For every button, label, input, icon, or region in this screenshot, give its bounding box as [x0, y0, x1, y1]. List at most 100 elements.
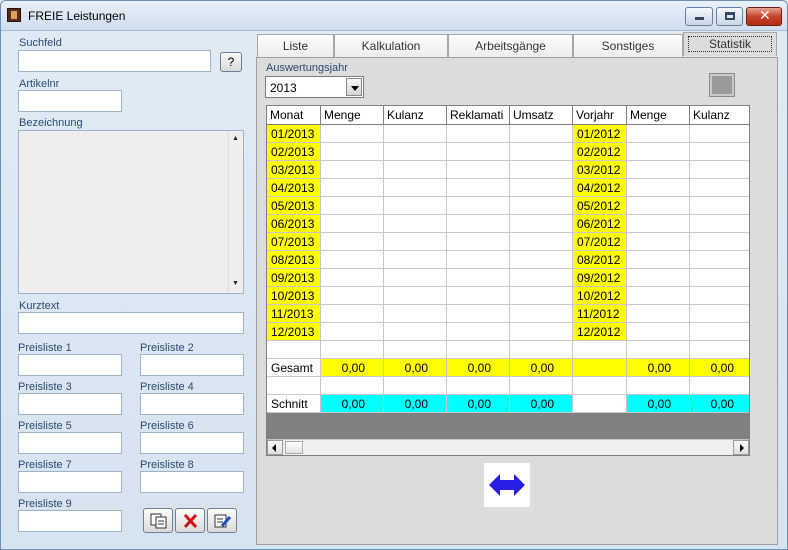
gesamt-value[interactable]: 0,00 — [627, 359, 690, 377]
grid-cell[interactable] — [321, 377, 384, 395]
grid-cell[interactable] — [690, 323, 749, 341]
schnitt-value[interactable]: 0,00 — [321, 395, 384, 413]
grid-cell[interactable] — [690, 269, 749, 287]
grid-header-6[interactable]: Menge — [627, 106, 690, 125]
grid-cell[interactable] — [321, 269, 384, 287]
grid-cell-vorjahr[interactable]: 12/2012 — [573, 323, 627, 341]
grid-cell[interactable] — [384, 215, 447, 233]
grid-cell[interactable] — [627, 215, 690, 233]
grid-cell[interactable] — [447, 233, 510, 251]
statistik-grid[interactable]: Monat Menge Kulanz Reklamati Umsatz Vorjahr Me… — [266, 105, 750, 456]
schnitt-value[interactable]: 0,00 — [510, 395, 573, 413]
scroll-down-icon[interactable]: ▼ — [232, 280, 239, 287]
grid-cell[interactable] — [384, 341, 447, 359]
grid-cell[interactable] — [627, 323, 690, 341]
grid-cell[interactable] — [510, 251, 573, 269]
grid-cell-vorjahr[interactable]: 04/2012 — [573, 179, 627, 197]
grid-cell[interactable] — [690, 179, 749, 197]
grid-cell[interactable] — [384, 377, 447, 395]
grid-cell[interactable] — [510, 305, 573, 323]
grid-cell[interactable] — [447, 161, 510, 179]
grid-cell[interactable] — [267, 341, 321, 359]
gesamt-value[interactable]: 0,00 — [690, 359, 749, 377]
grid-cell[interactable] — [627, 341, 690, 359]
preisliste-3-input[interactable] — [18, 393, 122, 415]
grid-cell[interactable] — [447, 125, 510, 143]
grid-cell[interactable] — [510, 125, 573, 143]
grid-cell[interactable] — [510, 197, 573, 215]
grid-cell[interactable] — [627, 179, 690, 197]
chevron-down-icon[interactable] — [346, 78, 362, 96]
grid-cell-vorjahr[interactable]: 11/2012 — [573, 305, 627, 323]
grid-cell[interactable] — [627, 197, 690, 215]
grid-cell[interactable] — [384, 197, 447, 215]
grid-cell[interactable] — [510, 269, 573, 287]
preisliste-4-input[interactable] — [140, 393, 244, 415]
gesamt-value[interactable] — [573, 359, 627, 377]
grid-cell[interactable] — [627, 251, 690, 269]
grid-cell-month[interactable]: 03/2013 — [267, 161, 321, 179]
grid-cell[interactable] — [447, 197, 510, 215]
grid-cell[interactable] — [447, 305, 510, 323]
grid-header-7[interactable]: Kulanz — [690, 106, 749, 125]
year-select[interactable]: 2013 — [265, 76, 364, 98]
grid-cell[interactable] — [573, 377, 627, 395]
grid-horizontal-scrollbar[interactable] — [267, 439, 749, 455]
grid-cell[interactable] — [321, 305, 384, 323]
grid-cell-month[interactable]: 04/2013 — [267, 179, 321, 197]
grid-cell-vorjahr[interactable]: 09/2012 — [573, 269, 627, 287]
schnitt-label[interactable]: Schnitt — [267, 395, 321, 413]
grid-cell[interactable] — [690, 233, 749, 251]
grid-cell[interactable] — [384, 269, 447, 287]
scroll-thumb[interactable] — [285, 441, 303, 454]
grid-cell[interactable] — [384, 125, 447, 143]
grid-cell[interactable] — [447, 215, 510, 233]
grid-cell[interactable] — [384, 323, 447, 341]
tab-statistik[interactable]: Statistik — [683, 32, 777, 56]
grid-cell[interactable] — [447, 287, 510, 305]
grid-cell[interactable] — [690, 251, 749, 269]
grid-cell-month[interactable]: 10/2013 — [267, 287, 321, 305]
grid-cell[interactable] — [690, 197, 749, 215]
grid-cell[interactable] — [627, 287, 690, 305]
preisliste-9-input[interactable] — [18, 510, 122, 532]
grid-cell[interactable] — [627, 125, 690, 143]
grid-cell[interactable] — [627, 377, 690, 395]
grid-cell[interactable] — [267, 377, 321, 395]
grid-cell-vorjahr[interactable]: 02/2012 — [573, 143, 627, 161]
grid-cell[interactable] — [510, 287, 573, 305]
grid-cell[interactable] — [321, 233, 384, 251]
grid-cell[interactable] — [627, 161, 690, 179]
grid-cell-vorjahr[interactable]: 08/2012 — [573, 251, 627, 269]
grid-cell-month[interactable]: 09/2013 — [267, 269, 321, 287]
scroll-right-icon[interactable] — [733, 440, 749, 455]
grid-cell[interactable] — [384, 179, 447, 197]
minimize-button[interactable] — [685, 7, 713, 26]
grid-cell-vorjahr[interactable]: 07/2012 — [573, 233, 627, 251]
grid-cell[interactable] — [447, 269, 510, 287]
grid-cell[interactable] — [627, 143, 690, 161]
grid-cell-vorjahr[interactable]: 05/2012 — [573, 197, 627, 215]
grid-cell[interactable] — [321, 161, 384, 179]
grid-cell[interactable] — [321, 143, 384, 161]
grid-header-1[interactable]: Menge — [321, 106, 384, 125]
grid-cell-vorjahr[interactable]: 06/2012 — [573, 215, 627, 233]
grid-cell[interactable] — [321, 323, 384, 341]
grid-cell[interactable] — [510, 323, 573, 341]
gray-square-button[interactable] — [709, 73, 735, 97]
suchfeld-input[interactable] — [18, 50, 211, 72]
scroll-left-icon[interactable] — [267, 440, 283, 455]
grid-cell[interactable] — [690, 305, 749, 323]
grid-cell[interactable] — [321, 125, 384, 143]
grid-cell[interactable] — [510, 341, 573, 359]
grid-cell[interactable] — [321, 179, 384, 197]
grid-cell[interactable] — [510, 161, 573, 179]
gesamt-value[interactable]: 0,00 — [321, 359, 384, 377]
gesamt-value[interactable]: 0,00 — [510, 359, 573, 377]
grid-cell[interactable] — [447, 323, 510, 341]
grid-cell-month[interactable]: 05/2013 — [267, 197, 321, 215]
grid-cell[interactable] — [690, 341, 749, 359]
schnitt-value[interactable]: 0,00 — [447, 395, 510, 413]
delete-button[interactable] — [175, 508, 205, 533]
artikelnr-input[interactable] — [18, 90, 122, 112]
